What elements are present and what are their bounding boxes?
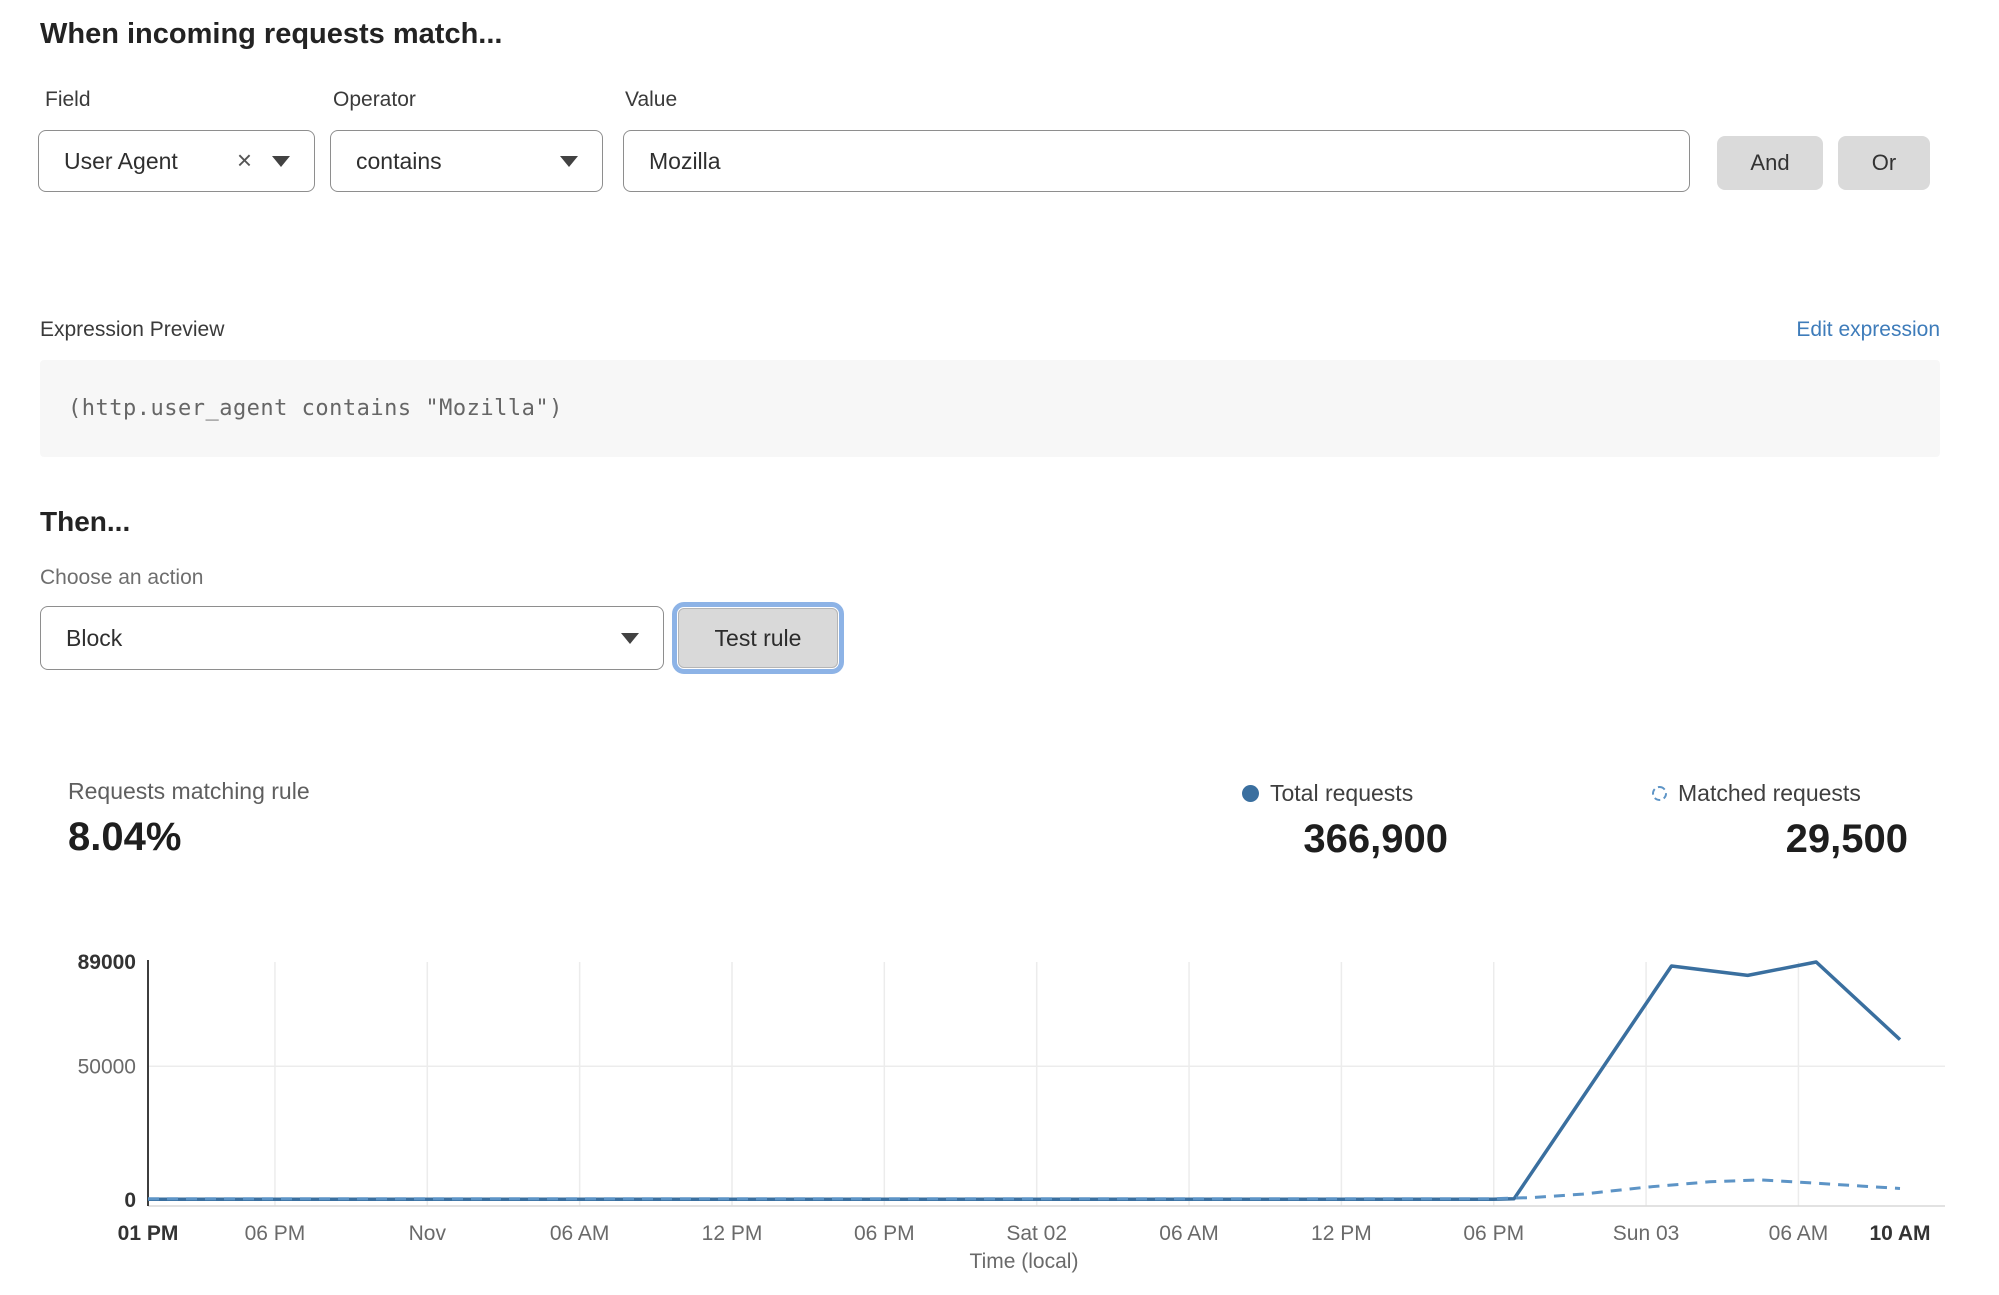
requests-matching-stat: Requests matching rule 8.04% [68, 778, 310, 860]
and-button[interactable]: And [1717, 136, 1823, 190]
field-label: Field [45, 88, 91, 112]
x-tick-label: Nov [409, 1222, 447, 1245]
total-requests-value: 366,900 [1242, 817, 1448, 862]
y-tick-label: 0 [124, 1189, 136, 1212]
action-select-value: Block [41, 625, 122, 652]
chevron-down-icon [621, 633, 639, 644]
series-line-dashed [148, 1180, 1900, 1199]
operator-label: Operator [333, 88, 416, 112]
x-tick-label: 06 AM [1769, 1222, 1829, 1245]
x-tick-label: Sat 02 [1006, 1222, 1067, 1245]
matched-requests-stat: Matched requests 29,500 [1652, 780, 1908, 862]
x-tick-label: 06 AM [550, 1222, 610, 1245]
x-tick-label: 12 PM [1311, 1222, 1372, 1245]
x-tick-label: Sun 03 [1613, 1222, 1680, 1245]
requests-time-series-chart[interactable]: 0 50000 89000 01 PM 06 PM Nov 06 AM 12 PM 06 PM S… [0, 930, 1999, 1295]
choose-action-label: Choose an action [40, 566, 203, 590]
x-tick-label: 01 PM [118, 1222, 179, 1245]
clear-field-icon[interactable]: × [237, 147, 252, 173]
x-tick-label: 06 AM [1159, 1222, 1219, 1245]
x-tick-label: 06 PM [854, 1222, 915, 1245]
requests-matching-label: Requests matching rule [68, 778, 310, 805]
expression-code: (http.user_agent contains "Mozilla") [40, 396, 563, 421]
y-tick-label: 50000 [78, 1055, 136, 1078]
requests-matching-value: 8.04% [68, 815, 310, 860]
value-label: Value [625, 88, 677, 112]
x-tick-label: 06 PM [245, 1222, 306, 1245]
x-tick-label: 10 AM [1869, 1222, 1930, 1245]
total-requests-stat: Total requests 366,900 [1242, 780, 1448, 862]
expression-preview-label: Expression Preview [40, 318, 224, 342]
matched-requests-legend-icon [1652, 786, 1667, 801]
field-select-value: User Agent [39, 148, 178, 175]
page-title: When incoming requests match... [40, 18, 502, 51]
operator-select[interactable]: contains [330, 130, 603, 192]
value-input[interactable] [623, 130, 1690, 192]
operator-select-value: contains [331, 148, 442, 175]
series-line-solid [148, 962, 1900, 1199]
expression-preview-box: (http.user_agent contains "Mozilla") [40, 360, 1940, 457]
action-select[interactable]: Block [40, 606, 664, 670]
x-tick-label: 06 PM [1463, 1222, 1524, 1245]
total-requests-legend-icon [1242, 785, 1259, 802]
chevron-down-icon [272, 156, 290, 167]
matched-requests-value: 29,500 [1652, 817, 1908, 862]
field-select[interactable]: User Agent × [38, 130, 315, 192]
total-requests-label: Total requests [1270, 780, 1413, 807]
matched-requests-label: Matched requests [1678, 780, 1861, 807]
chevron-down-icon [560, 156, 578, 167]
y-tick-label: 89000 [78, 951, 136, 974]
edit-expression-link[interactable]: Edit expression [1796, 318, 1940, 342]
or-button[interactable]: Or [1838, 136, 1930, 190]
test-rule-button[interactable]: Test rule [678, 608, 838, 668]
then-heading: Then... [40, 506, 130, 538]
x-tick-label: 12 PM [702, 1222, 763, 1245]
x-axis-title: Time (local) [970, 1250, 1079, 1273]
